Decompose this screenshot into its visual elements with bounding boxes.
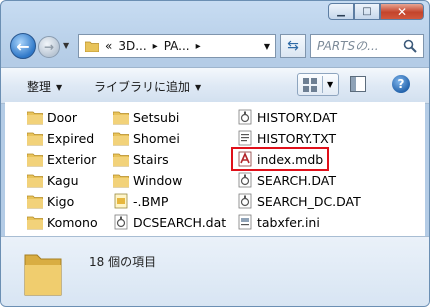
file-name: Kigo — [47, 193, 75, 209]
back-arrow-icon: ← — [16, 36, 30, 56]
forward-button[interactable]: → — [38, 36, 60, 58]
list-item-tabxfer-ini[interactable]: tabxfer.ini — [237, 212, 320, 232]
folder-icon — [85, 41, 99, 52]
view-dropdown-icon[interactable]: ▼ — [327, 80, 333, 89]
list-item-stairs[interactable]: Stairs — [113, 149, 169, 169]
minimize-button[interactable]: ▁ — [328, 3, 354, 20]
folder-icon — [27, 195, 43, 209]
close-button[interactable]: ✕ — [380, 3, 424, 20]
breadcrumb-overflow[interactable]: « — [105, 39, 112, 53]
file-name: Kagu — [47, 172, 79, 188]
file-name: Window — [133, 172, 183, 188]
dat-file-icon — [238, 193, 252, 209]
folder-icon — [24, 254, 62, 296]
breadcrumb-separator-icon[interactable]: ▸ — [153, 41, 158, 52]
list-item-door[interactable]: Door — [27, 107, 77, 127]
list-item-history-txt[interactable]: HISTORY.TXT — [237, 128, 336, 148]
breadcrumb-parts[interactable]: PA... — [164, 39, 190, 53]
folder-icon — [113, 132, 129, 146]
list-item-exterior[interactable]: Exterior — [27, 149, 96, 169]
file-list: Door Expired Exterior Kagu Kigo Komono S… — [5, 102, 425, 236]
recent-pages-dropdown[interactable]: ▼ — [63, 41, 69, 50]
list-item-kagu[interactable]: Kagu — [27, 170, 79, 190]
organize-label: 整理 — [27, 80, 52, 94]
command-bar: 整理 ▼ ライブラリに追加 ▼ ▼ ? — [1, 67, 429, 104]
dat-file-icon — [238, 109, 252, 125]
details-pane: 18 個の項目 — [1, 236, 429, 306]
file-name: Expired — [47, 130, 95, 146]
folder-icon — [27, 111, 43, 125]
change-view-button[interactable]: ▼ — [297, 73, 339, 96]
search-input[interactable] — [317, 38, 401, 54]
bmp-file-icon — [114, 193, 128, 209]
file-name: index.mdb — [257, 151, 324, 167]
chevron-down-icon: ▼ — [56, 83, 63, 92]
address-dropdown-button[interactable]: ▼ — [259, 35, 275, 57]
ini-file-icon — [238, 214, 252, 230]
file-name: HISTORY.TXT — [257, 130, 337, 146]
txt-file-icon — [238, 130, 252, 146]
folder-icon — [113, 174, 129, 188]
view-grid-icon — [303, 77, 317, 92]
folder-icon — [27, 174, 43, 188]
folder-icon — [113, 153, 129, 167]
dat-file-icon — [114, 214, 128, 230]
list-item-index-mdb[interactable]: index.mdb — [230, 147, 330, 171]
dat-file-icon — [238, 172, 252, 188]
access-database-icon — [238, 151, 252, 167]
file-name: Door — [47, 109, 78, 125]
folder-icon — [27, 216, 43, 230]
list-item-expired[interactable]: Expired — [27, 128, 94, 148]
back-button[interactable]: ← — [10, 33, 36, 59]
breadcrumb-separator-icon[interactable]: ▸ — [196, 41, 201, 52]
include-library-label: ライブラリに追加 — [94, 80, 191, 94]
folder-icon — [27, 153, 43, 167]
list-item-shomei[interactable]: Shomei — [113, 128, 180, 148]
list-item-kigo[interactable]: Kigo — [27, 191, 74, 211]
divider — [322, 76, 323, 93]
list-item-history-dat[interactable]: HISTORY.DAT — [237, 107, 337, 127]
folder-icon — [113, 111, 129, 125]
file-name: Exterior — [47, 151, 97, 167]
file-name: -.BMP — [133, 193, 169, 209]
folder-icon — [27, 132, 43, 146]
list-item-komono[interactable]: Komono — [27, 212, 98, 232]
forward-arrow-icon: → — [43, 40, 55, 54]
file-name: SEARCH_DC.DAT — [257, 193, 361, 209]
navigation-bar: ← → ▼ « 3D... ▸ PA... ▸ ▼ ⇆ — [6, 31, 424, 61]
help-button[interactable]: ? — [392, 75, 410, 93]
list-item-dcsearch-dat[interactable]: DCSEARCH.dat — [113, 212, 226, 232]
refresh-button[interactable]: ⇆ — [280, 34, 306, 58]
list-item-window[interactable]: Window — [113, 170, 182, 190]
item-count: 18 個の項目 — [89, 255, 157, 269]
breadcrumb-3d[interactable]: 3D... — [118, 39, 146, 53]
list-item-search-dat[interactable]: SEARCH.DAT — [237, 170, 336, 190]
explorer-window: ▁ □ ✕ ← → ▼ « 3D... ▸ PA... ▸ ▼ ⇆ PARTSの… — [0, 0, 430, 307]
list-item-search-dc-dat[interactable]: SEARCH_DC.DAT — [237, 191, 361, 211]
include-in-library-button[interactable]: ライブラリに追加 ▼ — [94, 78, 201, 95]
file-name: Komono — [47, 214, 98, 230]
file-name: Stairs — [133, 151, 169, 167]
help-icon: ? — [397, 77, 405, 91]
search-box[interactable] — [310, 34, 424, 58]
search-icon[interactable] — [403, 39, 417, 53]
file-name: tabxfer.ini — [257, 214, 320, 230]
file-name: SEARCH.DAT — [257, 172, 336, 188]
preview-pane-button[interactable] — [350, 76, 366, 92]
refresh-icon: ⇆ — [287, 38, 299, 54]
chevron-down-icon: ▼ — [195, 83, 202, 92]
organize-button[interactable]: 整理 ▼ — [27, 78, 62, 95]
maximize-button[interactable]: □ — [354, 3, 380, 20]
window-controls: ▁ □ ✕ — [328, 3, 424, 20]
address-bar[interactable]: « 3D... ▸ PA... ▸ ▼ — [78, 34, 276, 58]
file-name: Setsubi — [133, 109, 180, 125]
close-icon: ✕ — [396, 4, 408, 19]
maximize-icon: □ — [362, 6, 372, 17]
list-item-bmp[interactable]: -.BMP — [113, 191, 168, 211]
list-item-setsubi[interactable]: Setsubi — [113, 107, 179, 127]
file-name: DCSEARCH.dat — [133, 214, 227, 230]
file-name: Shomei — [133, 130, 180, 146]
file-name: HISTORY.DAT — [257, 109, 338, 125]
minimize-icon: ▁ — [337, 6, 345, 17]
